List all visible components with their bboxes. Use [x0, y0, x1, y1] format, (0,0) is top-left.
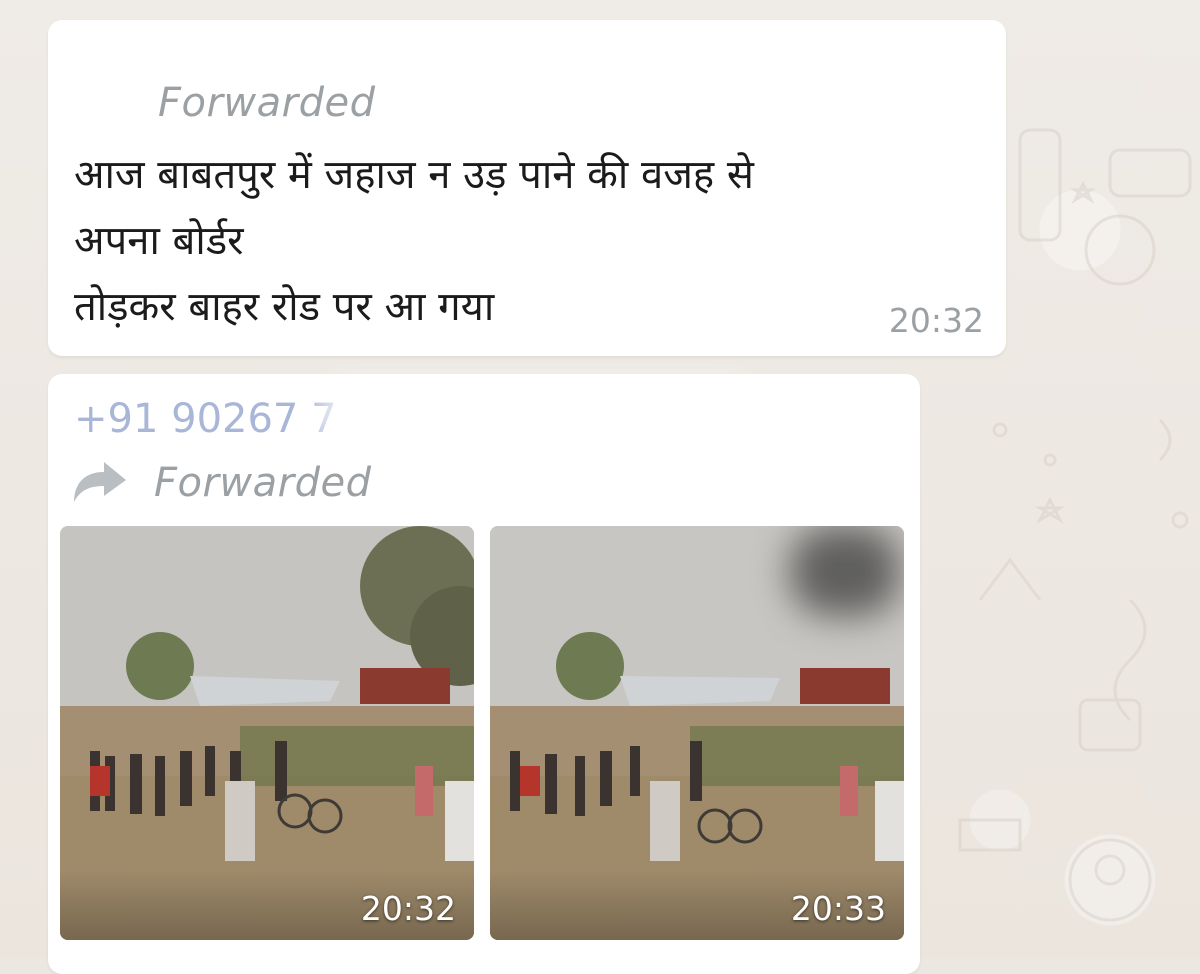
message-timestamp: 20:32	[888, 301, 984, 340]
message-bubble-photos[interactable]: +91 90267 7 Forwarded 20:32 20:33	[48, 374, 920, 974]
forward-arrow-icon	[74, 462, 126, 502]
forwarded-label: Forwarded	[154, 460, 372, 506]
redaction-blur	[318, 384, 758, 454]
photo-thumbnail[interactable]: 20:33	[490, 526, 904, 940]
redaction-blur	[790, 526, 900, 616]
photo-timestamp: 20:32	[360, 889, 456, 928]
photo-thumbnail[interactable]: 20:32	[60, 526, 474, 940]
photo-timestamp: 20:33	[790, 889, 886, 928]
message-text: आज बाबतपुर में जहाज न उड़ पाने की वजह से…	[74, 152, 754, 330]
forwarded-label: Forwarded	[158, 80, 376, 126]
message-bubble-text[interactable]: Forwarded आज बाबतपुर में जहाज न उड़ पाने…	[48, 20, 1006, 356]
sender-phone-number[interactable]: +91 90267 7	[74, 396, 337, 442]
